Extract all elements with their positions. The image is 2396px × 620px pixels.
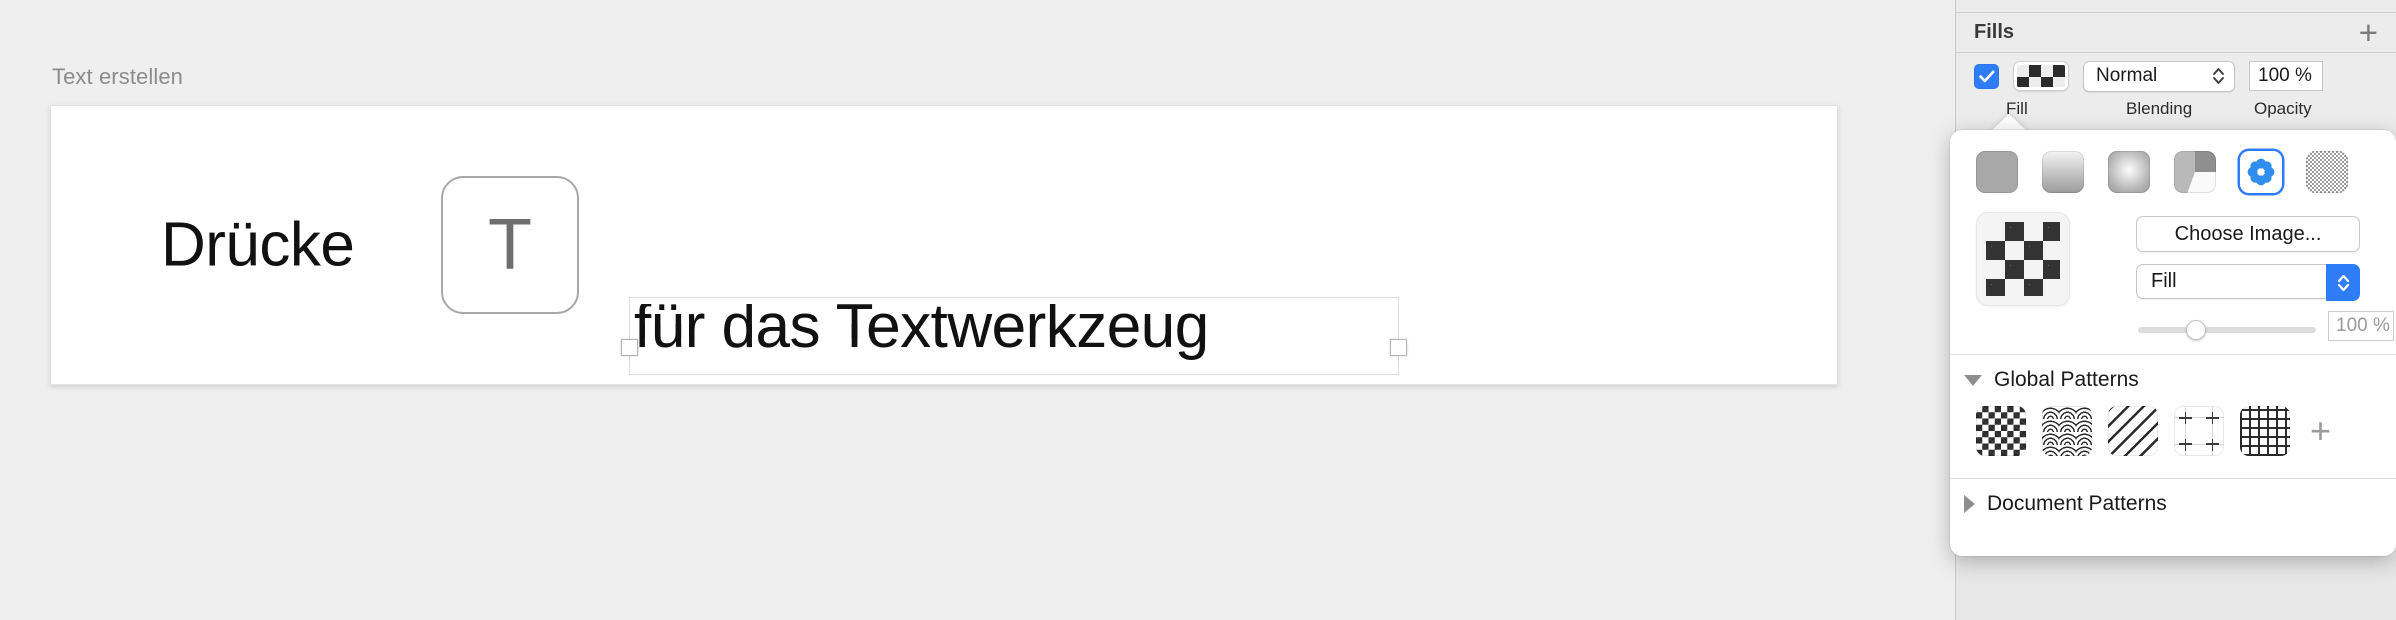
fill-enabled-checkbox[interactable] [1974,63,1999,89]
checkmark-icon [1978,70,1995,82]
opacity-input[interactable]: 100 % [2249,61,2323,91]
instruction-row: Drücke T für das Textwerkzeug für das Te… [51,106,1837,384]
blending-mode-value: Normal [2096,65,2158,86]
label-blending: Blending [2126,99,2193,118]
choose-image-button[interactable]: Choose Image... [2136,216,2360,252]
image-fill-type[interactable] [2240,151,2282,193]
pattern-opacity-slider[interactable] [2138,320,2316,340]
pattern-checkerboard[interactable] [1976,406,2026,456]
stepper-buttons[interactable] [2326,264,2360,301]
app-window: Text erstellen Drücke T für das Textwerk… [0,0,2396,620]
tutorial-hint-label: Text erstellen [52,64,184,89]
fills-title: Fills [1974,21,2015,43]
instruction-word: Drücke [161,210,355,280]
noise-fill-type[interactable] [2306,151,2348,193]
blending-mode-select[interactable]: Normal [2083,60,2235,92]
chevron-updown-icon [2211,65,2226,87]
popover-divider-2 [1950,478,2396,479]
triangle-right-icon[interactable] [1964,495,1975,513]
document-canvas[interactable]: Drücke T für das Textwerkzeug für das Te… [50,105,1838,385]
fill-row: Normal 100 % [1956,54,2396,98]
fill-popover: Choose Image... Fill 100 % Global Patter… [1950,130,2396,556]
resize-handle-right[interactable] [1390,339,1407,356]
document-patterns-title: Document Patterns [1987,492,2167,515]
panel-footer-area [1955,556,2396,620]
plus-icon[interactable]: + [2310,413,2331,449]
plus-icon[interactable]: + [2359,16,2378,49]
global-patterns-title: Global Patterns [1994,368,2139,391]
pattern-crosses-guides[interactable] [2174,406,2224,456]
global-patterns-row: + [1976,405,2376,457]
slider-knob[interactable] [2186,320,2206,340]
pattern-waves[interactable] [2042,406,2092,456]
solid-fill-type[interactable] [1976,151,2018,193]
text-object-value-upper: für das Textwerkzeug [634,304,1209,338]
label-opacity: Opacity [2254,99,2312,118]
pattern-diagonal-stripes[interactable] [2108,406,2158,456]
pattern-preview[interactable] [1976,212,2070,306]
canvas-area: Text erstellen Drücke T für das Textwerk… [0,0,1955,620]
text-object-selection[interactable]: für das Textwerkzeug für das Textwerkzeu… [621,297,1407,375]
linear-gradient-fill-type[interactable] [2042,151,2084,193]
fill-swatch-button[interactable] [2013,61,2069,91]
chevron-updown-icon [2337,274,2349,291]
slider-track [2138,327,2316,333]
fill-mode-value: Fill [2151,270,2177,292]
radial-gradient-fill-type[interactable] [2108,151,2150,193]
pattern-opacity-value: 100 % [2336,315,2390,336]
t-key-label: T [488,205,532,285]
checkerboard-swatch-icon [2017,65,2065,87]
triangle-down-icon[interactable] [1964,374,1982,386]
fill-mode-select[interactable]: Fill [2136,264,2360,301]
popover-divider-1 [1950,354,2396,355]
t-key-icon[interactable]: T [441,176,579,314]
fills-section-header: Fills + [1956,13,2396,53]
global-patterns-header[interactable]: Global Patterns [1964,368,2139,392]
pattern-plaid-grid[interactable] [2240,406,2290,456]
pattern-opacity-input[interactable]: 100 % [2328,311,2394,341]
choose-image-label: Choose Image... [2174,222,2322,245]
text-object-clip: für das Textwerkzeug für das Textwerkzeu… [630,298,1398,374]
checkerboard-pattern-preview [1986,222,2060,296]
document-patterns-header[interactable]: Document Patterns [1964,492,2167,516]
conic-gradient-fill-type[interactable] [2174,151,2216,193]
fill-type-row [1950,146,2396,198]
opacity-value: 100 % [2258,65,2312,86]
flower-icon [2247,158,2275,186]
text-object-upper-layer: für das Textwerkzeug [634,304,1394,338]
resize-handle-left[interactable] [621,339,638,356]
